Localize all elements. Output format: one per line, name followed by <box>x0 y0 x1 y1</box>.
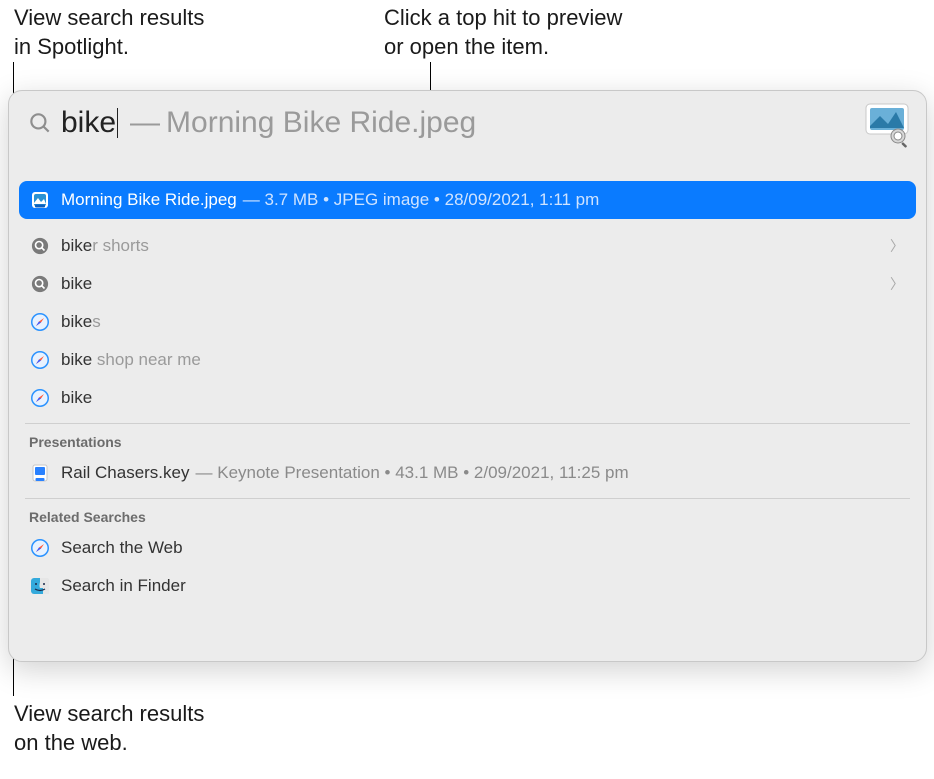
callout-text: View search results <box>14 4 204 33</box>
completion-text: Morning Bike Ride.jpeg <box>166 106 476 139</box>
file-size: 3.7 MB <box>265 190 319 209</box>
jpeg-file-icon <box>29 189 51 211</box>
chevron-right-icon: 〉 <box>890 236 904 256</box>
results-scroll-area[interactable]: Morning Bike Ride.jpeg — 3.7 MB • JPEG i… <box>19 181 916 651</box>
callout-top-hit: Click a top hit to preview or open the i… <box>384 4 622 61</box>
suggestion-item[interactable]: bike 〉 <box>19 265 916 303</box>
match-part: bike <box>61 312 92 331</box>
suggestion-item[interactable]: bikes <box>19 303 916 341</box>
rest-part: shop near me <box>92 350 201 369</box>
result-title: Search in Finder <box>61 576 186 596</box>
match-part: bike <box>61 236 92 255</box>
file-kind: JPEG image <box>334 190 429 209</box>
rest-part: r shorts <box>92 236 149 255</box>
callout-text: on the web. <box>14 729 204 758</box>
suggestion-text: bike shop near me <box>61 350 201 370</box>
magnify-icon <box>29 235 51 257</box>
result-title: Rail Chasers.key <box>61 463 190 483</box>
presentation-result[interactable]: Rail Chasers.key — Keynote Presentation … <box>19 454 916 492</box>
preview-app-icon <box>862 98 912 148</box>
match-part: bike <box>61 274 92 293</box>
spotlight-window: bike —Morning Bike Ride.jpeg <box>8 90 927 662</box>
callout-text: in Spotlight. <box>14 33 204 62</box>
keynote-file-icon <box>29 462 51 484</box>
chevron-right-icon: 〉 <box>890 274 904 294</box>
suggestion-text: bikes <box>61 312 101 332</box>
match-part: bike <box>61 350 92 369</box>
callout-spotlight-results: View search results in Spotlight. <box>14 4 204 61</box>
callout-text: or open the item. <box>384 33 622 62</box>
result-meta: — Keynote Presentation • 43.1 MB • 2/09/… <box>196 463 629 483</box>
file-date: 28/09/2021, 1:11 pm <box>445 190 600 209</box>
callout-text: View search results <box>14 700 204 729</box>
suggestion-text: biker shorts <box>61 236 149 256</box>
safari-icon <box>29 311 51 333</box>
magnify-icon <box>29 273 51 295</box>
finder-icon <box>29 575 51 597</box>
search-completion: —Morning Bike Ride.jpeg <box>124 106 476 140</box>
search-finder-item[interactable]: Search in Finder <box>19 567 916 605</box>
spotlight-search-row[interactable]: bike —Morning Bike Ride.jpeg <box>9 91 926 155</box>
suggestion-item[interactable]: biker shorts 〉 <box>19 227 916 265</box>
section-header-related: Related Searches <box>19 499 916 529</box>
rest-part: s <box>92 312 101 331</box>
result-meta: — 3.7 MB • JPEG image • 28/09/2021, 1:11… <box>243 190 600 210</box>
suggestion-item[interactable]: bike <box>19 379 916 417</box>
top-hit-result[interactable]: Morning Bike Ride.jpeg — 3.7 MB • JPEG i… <box>19 181 916 219</box>
search-web-item[interactable]: Search the Web <box>19 529 916 567</box>
result-title: Morning Bike Ride.jpeg <box>61 190 237 210</box>
result-title: Search the Web <box>61 538 183 558</box>
suggestion-item[interactable]: bike shop near me <box>19 341 916 379</box>
file-date: 2/09/2021, 11:25 pm <box>474 463 629 482</box>
safari-icon <box>29 349 51 371</box>
safari-icon <box>29 537 51 559</box>
search-query-text: bike <box>61 106 116 140</box>
callout-web-results: View search results on the web. <box>14 700 204 757</box>
file-kind: Keynote Presentation <box>217 463 380 482</box>
suggestion-text: bike <box>61 274 92 294</box>
section-header-presentations: Presentations <box>19 424 916 454</box>
search-icon <box>27 110 53 136</box>
callout-text: Click a top hit to preview <box>384 4 622 33</box>
file-size: 43.1 MB <box>395 463 458 482</box>
text-cursor <box>117 108 118 138</box>
safari-icon <box>29 387 51 409</box>
suggestion-text: bike <box>61 388 92 408</box>
separator-dash: — <box>130 106 160 139</box>
match-part: bike <box>61 388 92 407</box>
